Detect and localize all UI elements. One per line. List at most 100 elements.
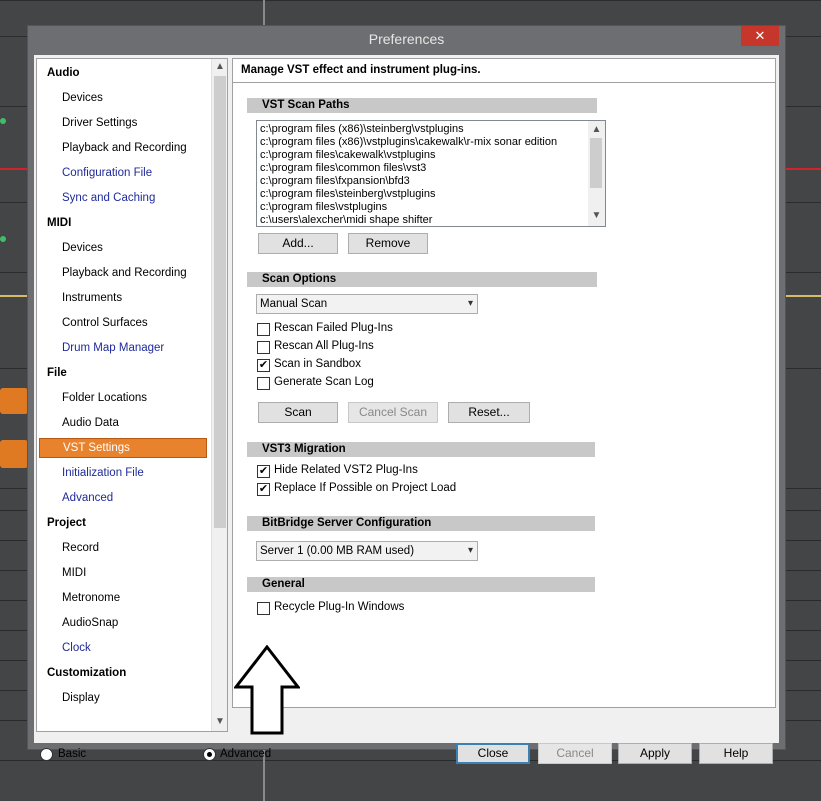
tree-item[interactable]: AudioSnap [62,617,118,629]
scan-path-item[interactable]: c:\program files\fxpansion\bfd3 [260,175,410,187]
chevron-down-icon: ▾ [467,298,473,309]
tree-item[interactable]: Audio Data [62,417,119,429]
tree-item[interactable]: Metronome [62,592,120,604]
section-general: General [247,577,595,592]
paths-scrollbar[interactable]: ▲ ▼ [588,121,605,226]
scan-path-item[interactable]: c:\program files\vstplugins [260,201,387,213]
title-bar[interactable]: Preferences ✕ [28,26,785,54]
vst3-option-label: Replace If Possible on Project Load [274,482,457,494]
section-vst3-migration: VST3 Migration [247,442,595,457]
section-bitbridge: BitBridge Server Configuration [247,516,595,531]
tree-item[interactable]: Folder Locations [62,392,147,404]
paths-scroll-thumb[interactable] [590,138,602,188]
scan-mode-value: Manual Scan [260,298,328,310]
reset-button[interactable]: Reset... [448,402,530,423]
cancel-scan-button[interactable]: Cancel Scan [348,402,438,423]
tree-category[interactable]: MIDI [47,217,71,229]
scan-path-item[interactable]: c:\program files\common files\vst3 [260,162,426,174]
bg-envelope [786,168,821,170]
window-close-button[interactable]: ✕ [741,26,779,46]
vst3-option-checkbox[interactable]: ✔ [257,465,270,478]
scan-option-label: Generate Scan Log [274,376,374,388]
tree-item[interactable]: Devices [62,242,103,254]
remove-path-button[interactable]: Remove [348,233,428,254]
scan-paths-listbox[interactable]: c:\program files (x86)\steinberg\vstplug… [256,120,606,227]
scan-option-label: Rescan Failed Plug-Ins [274,322,393,334]
section-vst-scan-paths: VST Scan Paths [247,98,597,113]
tree-category[interactable]: Customization [47,667,126,679]
bitbridge-server-value: Server 1 (0.00 MB RAM used) [260,545,415,557]
panel-description: Manage VST effect and instrument plug-in… [241,64,481,76]
general-option-label: Recycle Plug-In Windows [274,601,405,613]
general-option-checkbox[interactable] [257,602,270,615]
scroll-up-icon[interactable]: ▲ [212,61,227,72]
tree-category[interactable]: Audio [47,67,80,79]
preferences-window: Preferences ✕ Audio Devices Driver Setting… [27,25,786,764]
basic-radio-label: Basic [58,748,87,760]
help-button[interactable]: Help [699,743,773,764]
vst3-option-checkbox[interactable]: ✔ [257,483,270,496]
tree-item[interactable]: Control Surfaces [62,317,148,329]
scan-option-label: Scan in Sandbox [274,358,361,370]
bg-waveform [0,388,28,414]
category-tree: Audio Devices Driver Settings Playback and … [36,58,228,732]
tree-item[interactable]: Display [62,692,100,704]
checkmark-icon: ✔ [258,483,269,495]
bg-stripe [0,760,821,761]
bg-led [0,118,6,124]
section-scan-options: Scan Options [247,272,597,287]
scan-path-item[interactable]: c:\program files\steinberg\vstplugins [260,188,435,200]
bg-waveform [0,440,28,468]
apply-button[interactable]: Apply [618,743,692,764]
tree-item[interactable]: Initialization File [62,467,144,479]
scroll-up-icon[interactable]: ▲ [588,124,605,135]
scan-path-item[interactable]: c:\users\alexcher\midi shape shifter [260,214,432,226]
dialog-client: Audio Devices Driver Settings Playback and … [34,55,779,764]
bg-envelope [786,295,821,297]
tree-scrollbar[interactable]: ▲ ▼ [211,59,227,731]
tree-scroll-thumb[interactable] [214,76,226,528]
close-button[interactable]: Close [456,743,530,764]
bg-envelope [0,168,28,170]
tree-category[interactable]: File [47,367,67,379]
tree-item[interactable]: Drum Map Manager [62,342,164,354]
tree-item[interactable]: Record [62,542,99,554]
cancel-button[interactable]: Cancel [538,743,612,764]
tree-item[interactable]: Clock [62,642,91,654]
scan-option-checkbox[interactable] [257,377,270,390]
add-path-button[interactable]: Add... [258,233,338,254]
panel-header: Manage VST effect and instrument plug-in… [233,59,775,83]
vst3-option-label: Hide Related VST2 Plug-Ins [274,464,418,476]
tree-item[interactable]: Instruments [62,292,122,304]
scan-path-item[interactable]: c:\program files (x86)\steinberg\vstplug… [260,123,464,135]
tree-item[interactable]: Sync and Caching [62,192,155,204]
scan-path-item[interactable]: c:\program files\cakewalk\vstplugins [260,149,435,161]
basic-radio[interactable] [40,748,53,761]
scan-mode-select[interactable]: Manual Scan ▾ [256,294,478,314]
settings-panel: Manage VST effect and instrument plug-in… [232,58,776,708]
scan-option-checkbox[interactable]: ✔ [257,359,270,372]
bitbridge-server-select[interactable]: Server 1 (0.00 MB RAM used) ▾ [256,541,478,561]
tree-item[interactable]: Playback and Recording [62,267,187,279]
scan-button[interactable]: Scan [258,402,338,423]
tree-category[interactable]: Project [47,517,86,529]
scan-path-item[interactable]: c:\program files (x86)\vstplugins\cakewa… [260,136,557,148]
checkmark-icon: ✔ [258,465,269,477]
bg-led [0,236,6,242]
advanced-radio[interactable] [203,748,216,761]
tree-item[interactable]: Devices [62,92,103,104]
tree-item[interactable]: MIDI [62,567,86,579]
tree-item[interactable]: VST Settings [39,438,207,458]
chevron-down-icon: ▾ [467,545,473,556]
tree-item[interactable]: Playback and Recording [62,142,187,154]
close-icon: ✕ [754,28,766,43]
scan-option-checkbox[interactable] [257,341,270,354]
scroll-down-icon[interactable]: ▼ [212,716,227,727]
tree-item[interactable]: Driver Settings [62,117,137,129]
tree-item[interactable]: Advanced [62,492,113,504]
scroll-down-icon[interactable]: ▼ [588,210,605,221]
bg-envelope [0,295,28,297]
window-title: Preferences [368,31,445,47]
tree-item[interactable]: Configuration File [62,167,152,179]
scan-option-checkbox[interactable] [257,323,270,336]
